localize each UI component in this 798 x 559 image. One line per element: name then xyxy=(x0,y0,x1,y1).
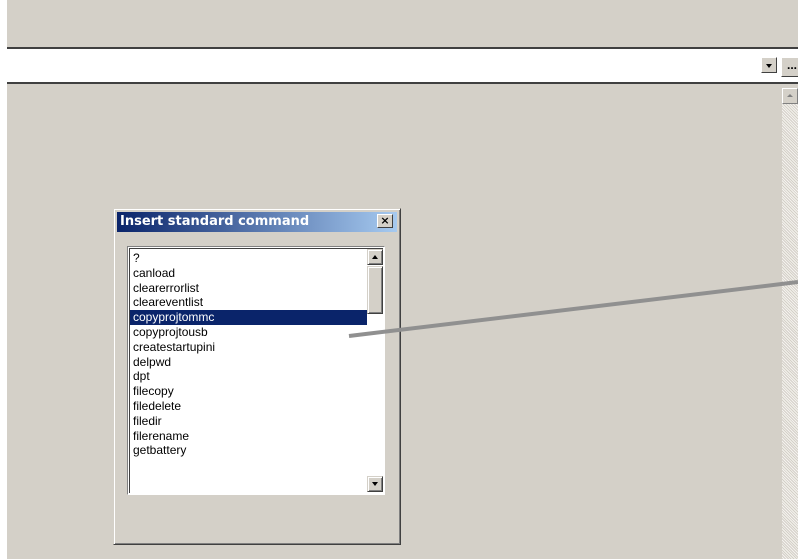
connector-line xyxy=(348,280,798,338)
pointer-line xyxy=(348,280,798,338)
